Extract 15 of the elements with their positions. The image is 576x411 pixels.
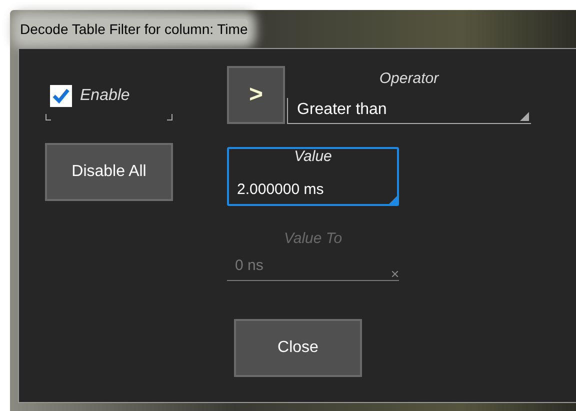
dropdown-corner-icon	[520, 112, 529, 121]
enable-label: Enable	[80, 86, 130, 106]
operator-label: Operator	[378, 69, 440, 89]
enable-checkbox[interactable]	[50, 84, 72, 106]
field-label: Value	[293, 147, 333, 167]
clear-icon	[392, 271, 398, 277]
corner-icon	[389, 196, 397, 204]
window-title: Decode Table Filter for column: Time	[20, 18, 248, 40]
close-button[interactable]: Close	[234, 319, 362, 377]
bracket-icon	[45, 114, 173, 121]
checkmark-icon	[52, 88, 70, 104]
operator-dropdown[interactable]: Greater than	[287, 98, 531, 124]
operator-button[interactable]: >	[227, 66, 285, 124]
field-label: Value To	[282, 229, 344, 249]
disable-all-button[interactable]: Disable All	[45, 143, 173, 201]
